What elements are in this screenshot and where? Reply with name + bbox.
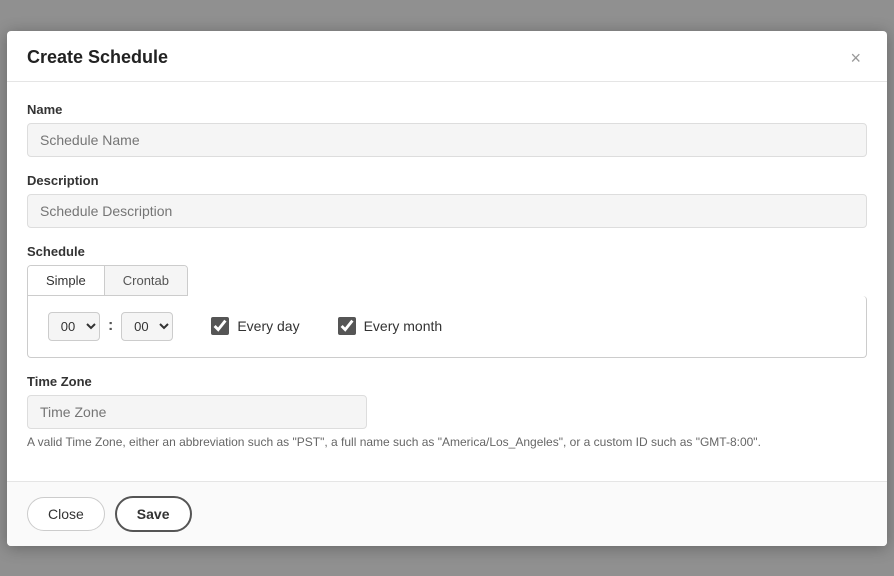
modal-footer: Close Save	[7, 481, 887, 546]
timezone-label: Time Zone	[27, 374, 867, 389]
modal-header: Create Schedule ×	[7, 31, 887, 82]
description-group: Description	[27, 173, 867, 228]
every-month-group: Every month	[338, 317, 443, 335]
timezone-input[interactable]	[27, 395, 367, 429]
tab-simple[interactable]: Simple	[28, 266, 105, 295]
every-month-label: Every month	[364, 318, 443, 334]
minute-select[interactable]: 00 15 30	[121, 312, 173, 341]
modal-backdrop: Create Schedule × Name Description Sched…	[0, 0, 894, 576]
close-button[interactable]: Close	[27, 497, 105, 531]
schedule-row: 00 01 02 : 00 15 30 Every day	[48, 312, 846, 341]
modal: Create Schedule × Name Description Sched…	[7, 31, 887, 546]
timezone-group: Time Zone A valid Time Zone, either an a…	[27, 374, 867, 449]
tab-crontab[interactable]: Crontab	[105, 266, 187, 295]
schedule-panel: 00 01 02 : 00 15 30 Every day	[27, 296, 867, 358]
name-input[interactable]	[27, 123, 867, 157]
schedule-group: Schedule Simple Crontab 00 01 02 :	[27, 244, 867, 358]
every-month-checkbox[interactable]	[338, 317, 356, 335]
modal-body: Name Description Schedule Simple Crontab…	[7, 82, 887, 481]
schedule-tabs: Simple Crontab	[27, 265, 188, 296]
every-day-checkbox[interactable]	[211, 317, 229, 335]
timezone-hint: A valid Time Zone, either an abbreviatio…	[27, 435, 867, 449]
name-group: Name	[27, 102, 867, 157]
every-day-label: Every day	[237, 318, 299, 334]
save-button[interactable]: Save	[115, 496, 192, 532]
schedule-label: Schedule	[27, 244, 867, 259]
modal-close-x-button[interactable]: ×	[844, 47, 867, 69]
description-label: Description	[27, 173, 867, 188]
time-colon: :	[108, 317, 113, 335]
every-day-group: Every day	[211, 317, 299, 335]
hour-select[interactable]: 00 01 02	[48, 312, 100, 341]
modal-title: Create Schedule	[27, 47, 168, 68]
name-label: Name	[27, 102, 867, 117]
description-input[interactable]	[27, 194, 867, 228]
